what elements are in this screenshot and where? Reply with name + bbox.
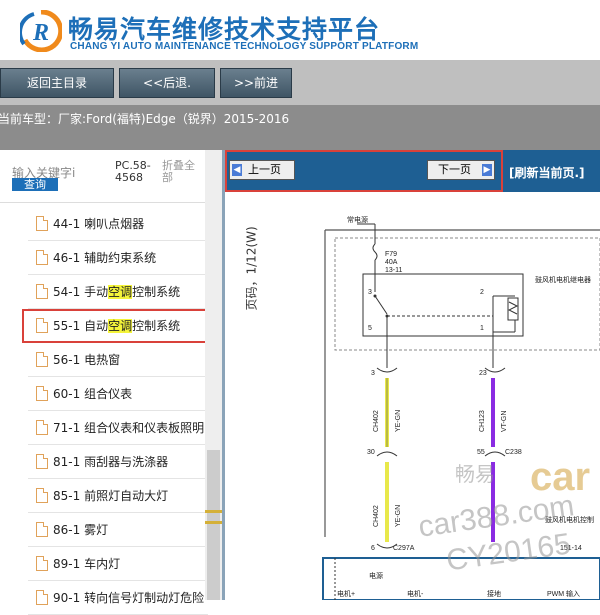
relay-contact (373, 294, 377, 298)
fuse-symbol (372, 243, 378, 261)
list-item-label: 54-1 手动空调控制系统 (53, 285, 181, 299)
pin-label: 6 (371, 545, 375, 552)
list-item[interactable]: 60-1 组合仪表 (28, 376, 208, 411)
wire-label: CH402 (373, 410, 380, 432)
selection-highlight (22, 309, 210, 343)
list-item-label: 56-1 电热窗 (53, 353, 121, 367)
wire-color-label: YE-GN (395, 505, 402, 527)
pin-label: 2 (480, 289, 484, 296)
list-item-label: 60-1 组合仪表 (53, 387, 133, 401)
document-icon (36, 250, 48, 265)
relay-box (334, 237, 600, 351)
document-icon (36, 454, 48, 469)
list-item[interactable]: 86-1 雾灯 (28, 512, 208, 547)
list-item[interactable]: 56-1 电热窗 (28, 342, 208, 377)
pager-highlight (225, 150, 503, 192)
list-item-label: 44-1 喇叭点烟器 (53, 217, 145, 231)
pin-label: 30 (367, 449, 375, 456)
list-item[interactable]: 81-1 雨刮器与洗涤器 (28, 444, 208, 479)
model-code: PC.58-4568 (115, 159, 151, 184)
brand-subtitle: CHANG YI AUTO MAINTENANCE TECHNOLOGY SUP… (70, 41, 419, 52)
wire-color-label: VT-GN (501, 411, 508, 432)
document-icon (36, 386, 48, 401)
fuse-pos-label: 13-11 (385, 267, 402, 274)
connector-symbol (376, 451, 398, 457)
wire-label: CH123 (479, 410, 486, 432)
back-button[interactable]: <<后退. (119, 68, 215, 98)
connector-symbol (376, 367, 398, 373)
fuse-amp-label: 40A (385, 259, 398, 266)
vehicle-bar: 当前车型：厂家:Ford(福特)Edge（锐界）2015-2016 (0, 105, 600, 150)
document-icon (36, 216, 48, 231)
always-hot-label: 常电源 (347, 215, 368, 224)
list-item-label: 89-1 车内灯 (53, 557, 121, 571)
wire-label: CH402 (373, 505, 380, 527)
list-item-label: 46-1 辅助约束系统 (53, 251, 157, 265)
list-item[interactable]: 85-1 前照灯自动大灯 (28, 478, 208, 513)
current-vehicle: 当前车型：厂家:Ford(福特)Edge（锐界）2015-2016 (0, 112, 290, 126)
connector-symbol (484, 367, 506, 373)
refresh-link[interactable]: [刷新当前页.] (509, 164, 585, 181)
wire-color-label: YE-GN (395, 410, 402, 432)
pin-label: 5 (368, 325, 372, 332)
document-icon (36, 488, 48, 503)
pin-label: 23 (479, 370, 487, 377)
coil-winding (507, 301, 519, 315)
home-button[interactable]: 返回主目录 (0, 68, 114, 98)
module-pin-label: PWM 输入 (547, 589, 580, 598)
app-header: R 畅易汽车维修技术支持平台 CHANG YI AUTO MAINTENANCE… (0, 0, 600, 60)
relay-label: 鼓风机电机继电器 (535, 275, 591, 284)
list-item-label: 90-1 转向信号灯制动灯危险 (53, 591, 205, 605)
forward-button[interactable]: >>前进 (220, 68, 292, 98)
document-icon (36, 284, 48, 299)
document-icon (36, 522, 48, 537)
list-item[interactable]: 46-1 辅助约束系统 (28, 240, 208, 275)
pin-label: 3 (371, 370, 375, 377)
connector-label: C238 (505, 449, 522, 456)
list-item[interactable]: 54-1 手动空调控制系统 (28, 274, 208, 309)
document-icon (36, 420, 48, 435)
pin-label: 3 (368, 289, 372, 296)
pin-label: 55 (477, 449, 485, 456)
list-item-label: 81-1 雨刮器与洗涤器 (53, 455, 169, 469)
collapse-all-link[interactable]: 折叠全部 (162, 160, 202, 184)
sidebar-divider (0, 202, 222, 203)
scrollbar-thumb[interactable] (207, 450, 220, 600)
nav-toolbar: 返回主目录 <<后退. >>前进 (0, 60, 600, 105)
relay-switch (374, 295, 388, 315)
logo-letter: R (32, 20, 49, 46)
list-item[interactable]: 44-1 喇叭点烟器 (28, 206, 208, 241)
list-item[interactable]: 71-1 组合仪表和仪表板照明 (28, 410, 208, 445)
sidebar-scrollbar[interactable] (205, 150, 222, 600)
module-pin-label: 接地 (487, 589, 501, 598)
scroll-marker (205, 510, 222, 513)
list-item[interactable]: 89-1 车内灯 (28, 546, 208, 581)
module-pin-label: 电机+ (337, 589, 355, 598)
list-item-label: 71-1 组合仪表和仪表板照明 (53, 421, 205, 435)
connector-symbol (484, 451, 506, 457)
brand-logo-icon: R (20, 10, 62, 52)
connector-label: C297A (393, 545, 415, 552)
sidebar: 输入关键字i 查询 PC.58-4568 折叠全部 44-1 喇叭点烟器 46-… (0, 150, 222, 615)
search-button[interactable]: 查询 (12, 178, 58, 191)
scroll-marker (205, 521, 222, 524)
list-item-label: 86-1 雾灯 (53, 523, 109, 537)
module-pin-label: 电机- (407, 589, 424, 598)
pin-label: 1 (480, 325, 484, 332)
module-pin-label: 电源 (369, 571, 383, 580)
list-item-label: 85-1 前照灯自动大灯 (53, 489, 169, 503)
fuse-label: F79 (385, 251, 397, 258)
document-icon (36, 556, 48, 571)
relay-coil (507, 297, 519, 321)
document-icon (36, 590, 48, 605)
watermark: 畅易 (455, 464, 495, 486)
list-item[interactable]: 90-1 转向信号灯制动灯危险 (28, 580, 208, 615)
document-icon (36, 352, 48, 367)
